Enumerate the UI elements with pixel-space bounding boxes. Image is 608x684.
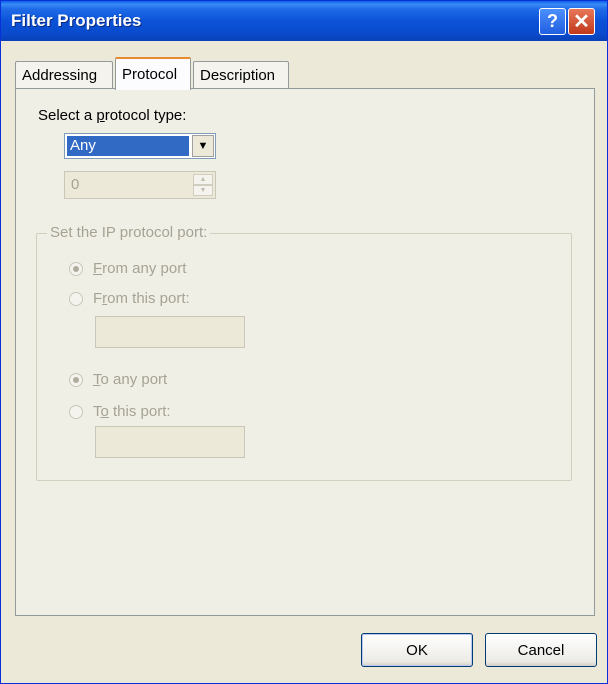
close-button[interactable]: ✕ bbox=[568, 8, 595, 35]
from-any-port-radio[interactable]: From any port bbox=[69, 260, 186, 277]
ok-button[interactable]: OK bbox=[361, 633, 473, 667]
protocol-type-dropdown[interactable]: Any ▼ bbox=[64, 133, 216, 159]
protocol-number-value: 0 bbox=[71, 176, 80, 193]
radio-unchecked-icon bbox=[69, 291, 83, 306]
protocol-tab-panel: Select a protocol type: Any ▼ 0 ▲ ▼ Set … bbox=[15, 88, 595, 616]
radio-checked-icon bbox=[69, 261, 83, 276]
to-port-input[interactable] bbox=[95, 426, 245, 458]
from-port-input[interactable] bbox=[95, 316, 245, 348]
protocol-type-label: Select a protocol type: bbox=[38, 107, 186, 124]
label-text-rest: rotocol type: bbox=[104, 107, 187, 124]
spinner-buttons: ▲ ▼ bbox=[193, 174, 213, 196]
radio-unchecked-icon bbox=[69, 404, 83, 419]
close-icon: ✕ bbox=[573, 11, 590, 33]
to-this-port-label: To this port: bbox=[93, 403, 171, 420]
title-bar[interactable]: Filter Properties ? ✕ bbox=[1, 1, 607, 41]
tab-protocol[interactable]: Protocol bbox=[115, 57, 191, 90]
cancel-button[interactable]: Cancel bbox=[485, 633, 597, 667]
window-title: Filter Properties bbox=[11, 11, 142, 30]
group-legend: Set the IP protocol port: bbox=[47, 224, 211, 241]
ip-protocol-port-group: Set the IP protocol port: From any port … bbox=[36, 224, 572, 481]
radio-checked-icon bbox=[69, 372, 83, 387]
spin-up-button[interactable]: ▲ bbox=[193, 174, 213, 185]
from-this-port-label: From this port: bbox=[93, 290, 190, 307]
protocol-number-spinner[interactable]: 0 ▲ ▼ bbox=[64, 171, 216, 199]
to-any-port-radio[interactable]: To any port bbox=[69, 371, 167, 388]
to-any-port-label: To any port bbox=[93, 371, 168, 388]
tab-addressing[interactable]: Addressing bbox=[15, 61, 113, 89]
label-text: Select a bbox=[38, 107, 97, 124]
spin-down-button[interactable]: ▼ bbox=[193, 185, 213, 196]
question-icon: ? bbox=[547, 11, 558, 31]
to-this-port-radio[interactable]: To this port: bbox=[69, 403, 171, 420]
protocol-type-value: Any bbox=[67, 136, 189, 156]
from-this-port-radio[interactable]: From this port: bbox=[69, 290, 190, 307]
tab-description[interactable]: Description bbox=[193, 61, 289, 89]
help-button[interactable]: ? bbox=[539, 8, 566, 35]
chevron-down-icon: ▼ bbox=[197, 140, 209, 152]
from-any-port-label: From any port bbox=[93, 260, 187, 277]
dropdown-arrow-button[interactable]: ▼ bbox=[192, 135, 214, 157]
filter-properties-dialog: Filter Properties ? ✕ Addressing Protoco… bbox=[0, 0, 608, 684]
label-accelerator: p bbox=[96, 107, 105, 124]
